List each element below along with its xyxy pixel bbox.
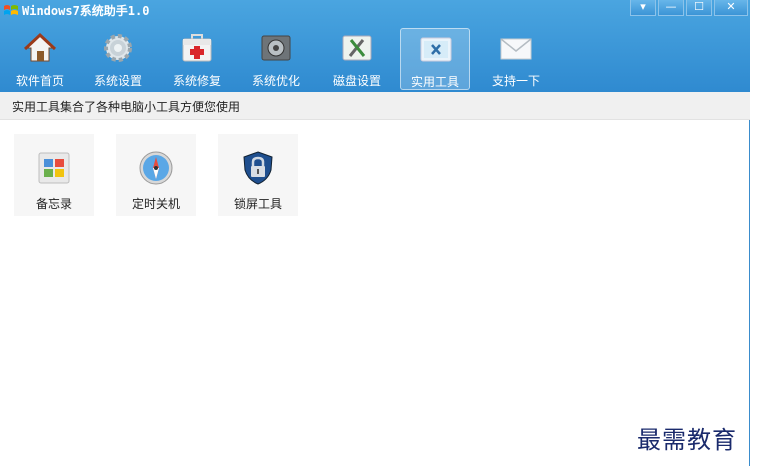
- window-title: Windows7系统助手1.0: [22, 4, 150, 18]
- maximize-button[interactable]: ☐: [686, 0, 712, 16]
- tab-label: 系统优化: [251, 74, 300, 88]
- windows-logo-icon: [4, 5, 18, 15]
- gear-icon: [104, 34, 132, 62]
- tab-system-repair[interactable]: 系统修复: [162, 28, 232, 90]
- tab-label: 支持一下: [491, 74, 540, 88]
- tab-label: 实用工具: [410, 75, 459, 89]
- tab-disk-settings[interactable]: 磁盘设置: [322, 28, 392, 90]
- header-bar: Windows7系统助手1.0 ▾ — ☐ ✕ 软件首页 系统设置 系统修复 系…: [0, 0, 750, 92]
- watermark-text: 最需教育: [637, 426, 737, 454]
- tool-label: 锁屏工具: [233, 197, 282, 211]
- close-button[interactable]: ✕: [714, 0, 748, 16]
- tool-scheduled-shutdown[interactable]: 定时关机: [116, 134, 196, 216]
- lock-shield-icon: [243, 151, 273, 185]
- description-text: 实用工具集合了各种电脑小工具方便您使用: [12, 100, 241, 114]
- tab-system-settings[interactable]: 系统设置: [83, 28, 153, 90]
- description-bar: 实用工具集合了各种电脑小工具方便您使用: [0, 92, 750, 120]
- utility-tools-icon: [420, 37, 452, 62]
- tool-label: 定时关机: [131, 197, 180, 211]
- memo-icon: [38, 152, 70, 184]
- tab-label: 系统设置: [93, 74, 142, 88]
- disk-tools-icon: [342, 35, 372, 61]
- tab-label: 系统修复: [172, 74, 221, 88]
- tab-label: 磁盘设置: [332, 74, 381, 88]
- tab-support[interactable]: 支持一下: [481, 28, 551, 90]
- tab-label: 软件首页: [15, 74, 64, 88]
- app-window: Windows7系统助手1.0 ▾ — ☐ ✕ 软件首页 系统设置 系统修复 系…: [0, 0, 750, 466]
- tab-system-optimize[interactable]: 系统优化: [241, 28, 311, 90]
- minimize-button[interactable]: —: [658, 0, 684, 16]
- tool-screen-lock[interactable]: 锁屏工具: [218, 134, 298, 216]
- main-toolbar: 软件首页 系统设置 系统修复 系统优化 磁盘设置 实用工具 支持一下: [0, 24, 750, 92]
- tool-label: 备忘录: [35, 197, 72, 211]
- menu-dropdown-button[interactable]: ▾: [630, 0, 656, 16]
- tab-utility-tools[interactable]: 实用工具: [400, 28, 470, 90]
- compass-timer-icon: [139, 151, 173, 185]
- first-aid-kit-icon: [182, 34, 212, 62]
- optimize-icon: [261, 35, 291, 61]
- tab-software-home[interactable]: 软件首页: [5, 28, 75, 90]
- tool-memo[interactable]: 备忘录: [14, 134, 94, 216]
- home-icon: [24, 32, 56, 62]
- envelope-icon: [500, 38, 532, 60]
